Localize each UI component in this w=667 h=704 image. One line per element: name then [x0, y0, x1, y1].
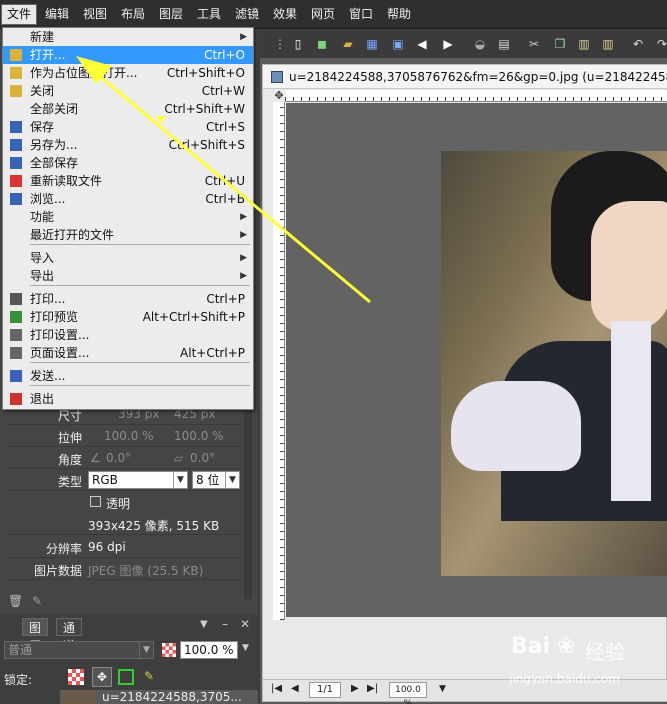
watermark-brand: Bai [511, 634, 551, 659]
paw-icon: ❀ [557, 634, 576, 659]
watermark-brand-cn: 经验 [585, 640, 625, 664]
baidu-watermark: Bai ❀ 经验 jingyan.baidu.com [505, 634, 665, 694]
watermark-site: jingyan.baidu.com [509, 672, 620, 686]
annotation-arrow [76, 56, 371, 304]
arrow-head-icon [76, 56, 112, 84]
app-window: 文件 编辑 视图 布局 图层 工具 滤镜 效果 网页 窗口 帮助 ⋮ ▯ ◼ ▰… [0, 0, 667, 704]
arrow-shaft [89, 66, 371, 304]
